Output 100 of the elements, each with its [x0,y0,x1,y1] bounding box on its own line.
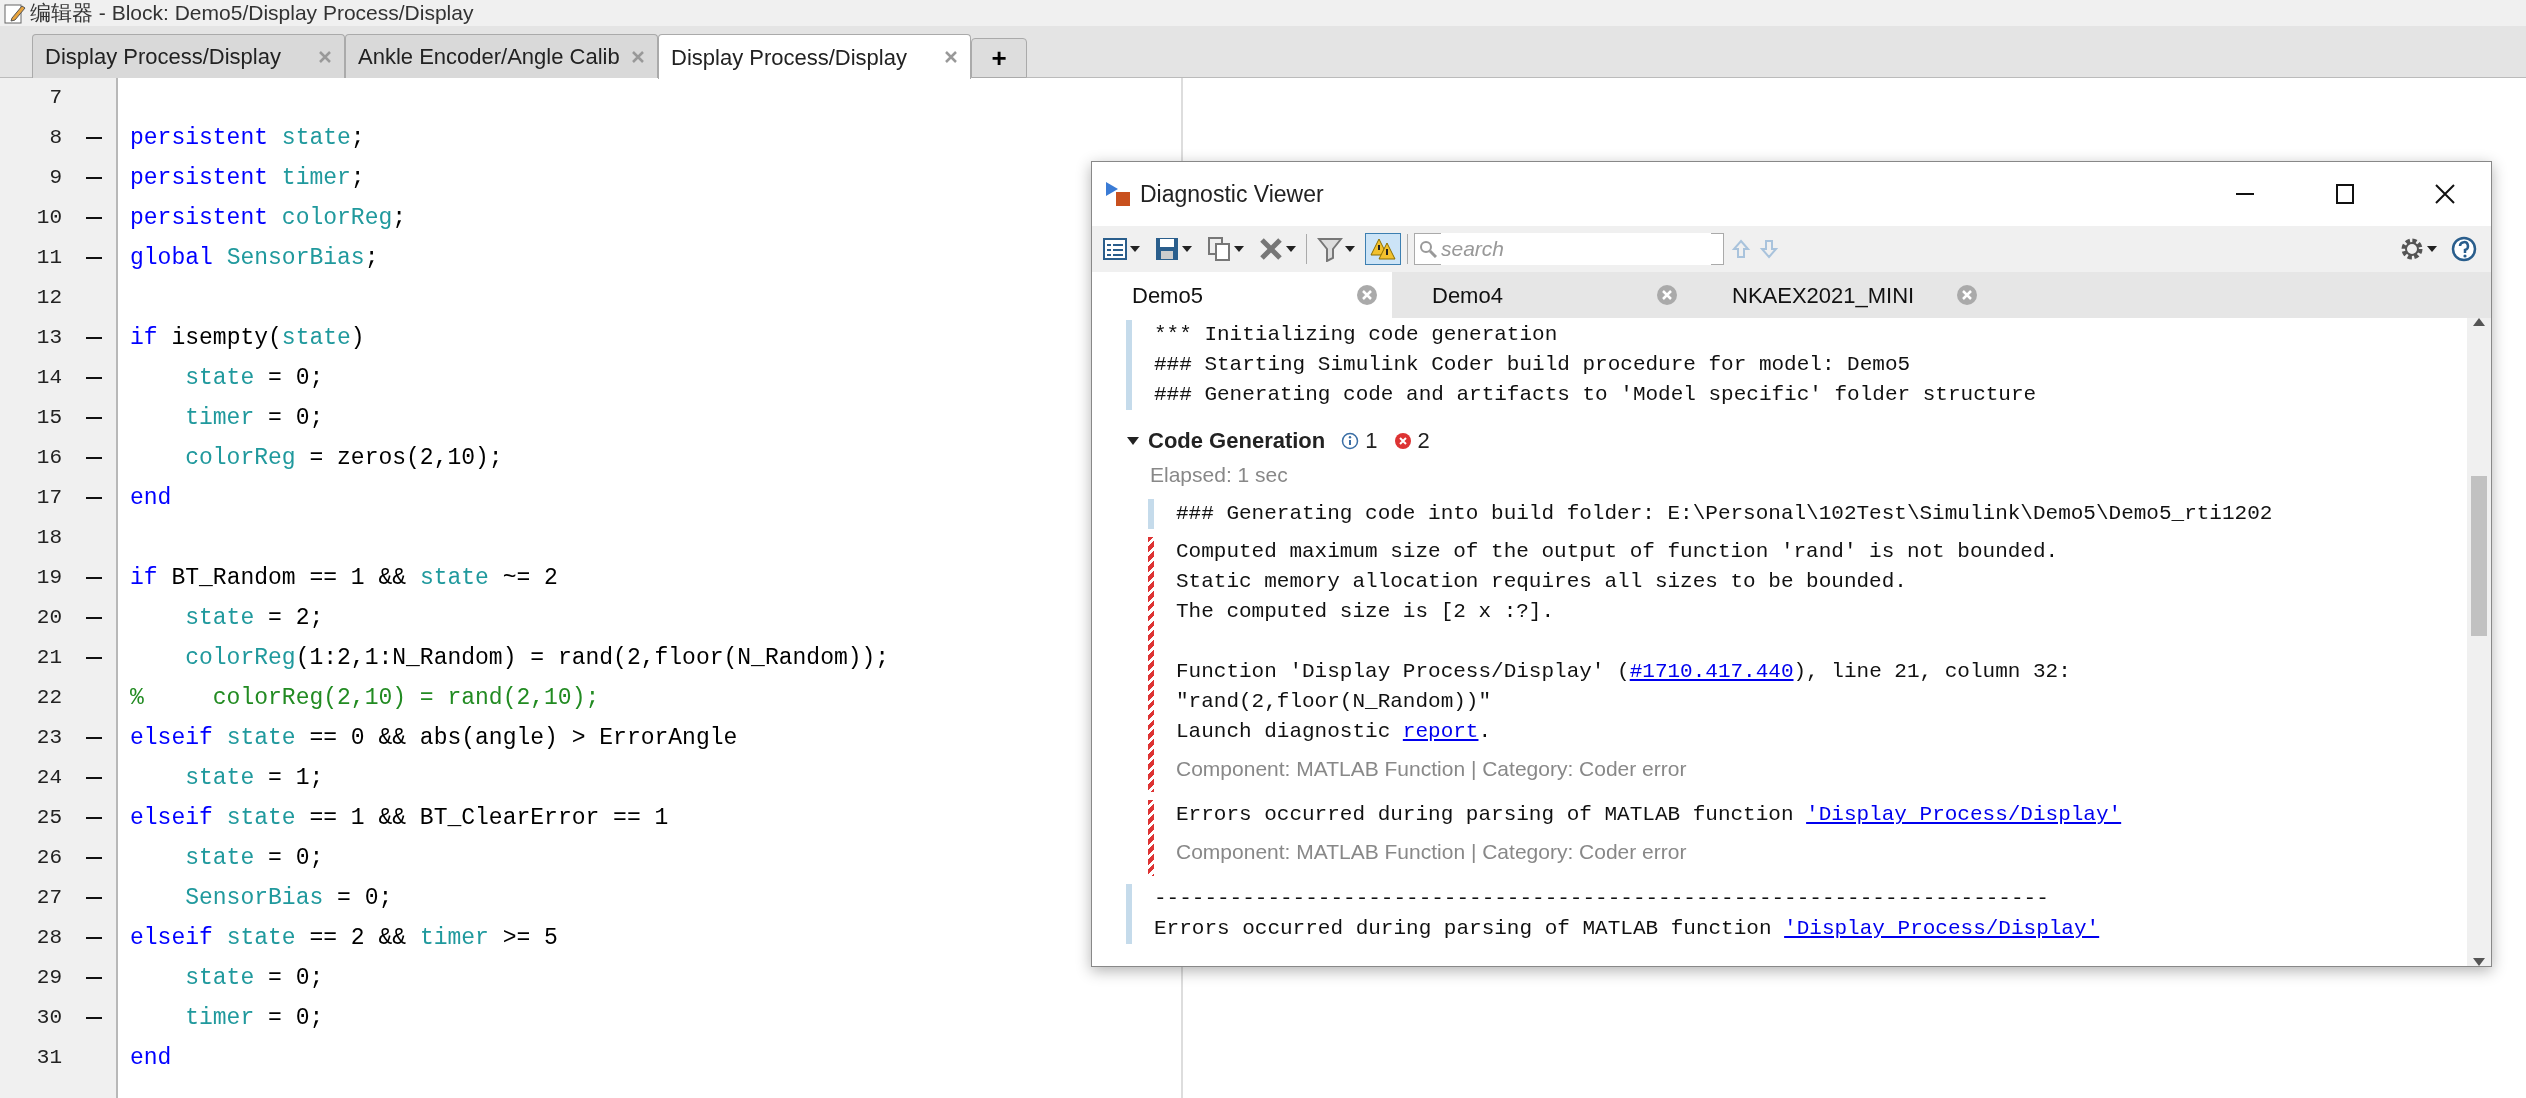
log-line: Errors occurred during parsing of MATLAB function 'Display Process/Display' [1154,916,2100,940]
editor-tab[interactable]: Ankle Encoder/Angle Calib [345,34,658,78]
info-marker-bar [1148,498,1154,529]
line-number: 27 [36,886,62,909]
code-line: state = 0; [184,965,324,991]
link[interactable]: #1710.417.440 [1629,659,1794,683]
line-number: 20 [36,606,62,629]
scrollbar[interactable] [2467,318,2491,966]
line-number: 18 [36,526,62,549]
code-line: timer = 0; [184,405,324,431]
save-icon [1154,236,1180,262]
line-number: 30 [36,1006,62,1029]
line-number: 26 [36,846,62,869]
delete-icon [1258,236,1284,262]
help-icon [2451,236,2477,262]
list-icon [1102,236,1128,262]
line-number: 10 [36,206,62,229]
scrollbar-thumb[interactable] [2471,476,2487,636]
line-number: 21 [36,646,62,669]
log-line: ----------------------------------------------------------------------- [1154,886,2049,910]
line-number: 16 [36,446,62,469]
caret-icon [1345,246,1355,252]
line-number: 23 [36,726,62,749]
caret-icon [1130,246,1140,252]
line-number: 9 [49,166,62,189]
info-icon [1341,431,1360,450]
line-number: 24 [36,766,62,789]
code-line: elseif state == 2 && timer >= 5 [130,925,558,951]
maximize-icon[interactable] [2334,184,2356,204]
message-line: Launch diagnostic report. [1176,719,1492,743]
caret-icon [1182,246,1192,252]
message-line: ### Generating code into build folder: E:\Personal\102Test\Simulink\Demo5\Demo5_rti1202 [1176,501,2273,525]
message-line: "rand(2,floor(N_Random))" [1176,689,1492,713]
pencil-icon [4,2,26,24]
message-category: Component: MATLAB Function | Category: Coder error [1176,755,1688,782]
line-number: 8 [49,126,62,149]
section-title: Code Generation [1148,427,1326,455]
message-line: The computed size is [2 x :?]. [1176,599,1555,623]
code-line: timer = 0; [184,1005,324,1031]
line-number: 14 [36,366,62,389]
window-title: Diagnostic Viewer [1140,179,1325,209]
log-line: *** Initializing code generation [1154,323,1558,346]
line-number: 22 [36,686,62,709]
line-number: 25 [36,806,62,829]
log-line: ### Generating code and artifacts to 'Model specific' folder structure [1154,383,2037,406]
line-number: 12 [36,286,62,309]
message-line: Static memory allocation requires all sizes to be bounded. [1176,569,1907,593]
diagnostic-tab[interactable]: Demo5 [1092,272,1392,318]
code-line: end [130,485,172,511]
window-title: 编辑器 - Block: Demo5/Display Process/Display [30,0,474,26]
error-count: 2 [1417,427,1430,455]
caret-icon [2427,246,2437,252]
code-line: colorReg = zeros(2,10); [184,445,503,471]
message-line: Errors occurred during parsing of MATLAB function 'Display Process/Display' [1176,803,2122,826]
settings-icon [2399,236,2425,262]
link[interactable]: 'Display Process/Display' [1784,916,2100,940]
line-number: 19 [36,566,62,589]
log-line: ### Starting Simulink Coder build procedure for model: Demo5 [1154,353,1911,376]
scroll-up-arrow-icon[interactable] [2473,318,2485,326]
elapsed-time: Elapsed: 1 sec [1150,462,1289,488]
scroll-down-arrow-icon[interactable] [2473,958,2485,966]
editor-tab[interactable]: Display Process/Display [658,34,971,79]
info-count: 1 [1365,427,1378,455]
line-number: 31 [36,1046,62,1069]
code-line: elseif state == 1 && BT_ClearError == 1 [130,805,669,831]
code-line: state = 0; [184,365,324,391]
link[interactable]: report [1402,719,1479,743]
code-line: state = 0; [184,845,324,871]
line-number: 28 [36,926,62,949]
line-number: 13 [36,326,62,349]
line-number: 15 [36,406,62,429]
caret-icon [1286,246,1296,252]
code-line: elseif state == 0 && abs(angle) > ErrorAngle [130,725,738,751]
copy-icon [1206,236,1232,262]
link[interactable]: 'Display Process/Display' [1806,803,2122,826]
warning-icon [1370,236,1396,262]
code-line: colorReg(1:2,1:N_Random) = rand(2,floor(N_Random)); [184,645,890,671]
code-line: state = 2; [184,605,324,631]
warning-filter-button[interactable] [1365,233,1401,265]
search-icon [1419,240,1437,258]
error-icon [1393,431,1412,450]
code-line: persistent colorReg; [130,205,407,231]
code-line: state = 1; [184,765,324,791]
code-line: persistent state; [130,125,365,151]
code-line: if BT_Random == 1 && state ~= 2 [130,565,558,591]
code-line: global SensorBias; [130,245,379,271]
new-tab-button[interactable]: + [971,38,1027,78]
close-icon[interactable] [2434,184,2456,204]
search-field[interactable]: search [1414,233,1724,265]
message-line: Function 'Display Process/Display' (#1710.417.440), line 21, column 32: [1176,659,2071,683]
message-category: Component: MATLAB Function | Category: Coder error [1176,839,1688,865]
editor-tab[interactable]: Display Process/Display [32,34,345,78]
app-icon [1104,180,1132,208]
line-number: 11 [36,246,62,269]
line-number: 29 [36,966,62,989]
code-line: SensorBias = 0; [184,885,393,911]
code-line: if isempty(state) [130,325,365,351]
line-number: 17 [36,486,62,509]
line-number: 7 [49,86,62,109]
code-line: end [130,1045,172,1071]
